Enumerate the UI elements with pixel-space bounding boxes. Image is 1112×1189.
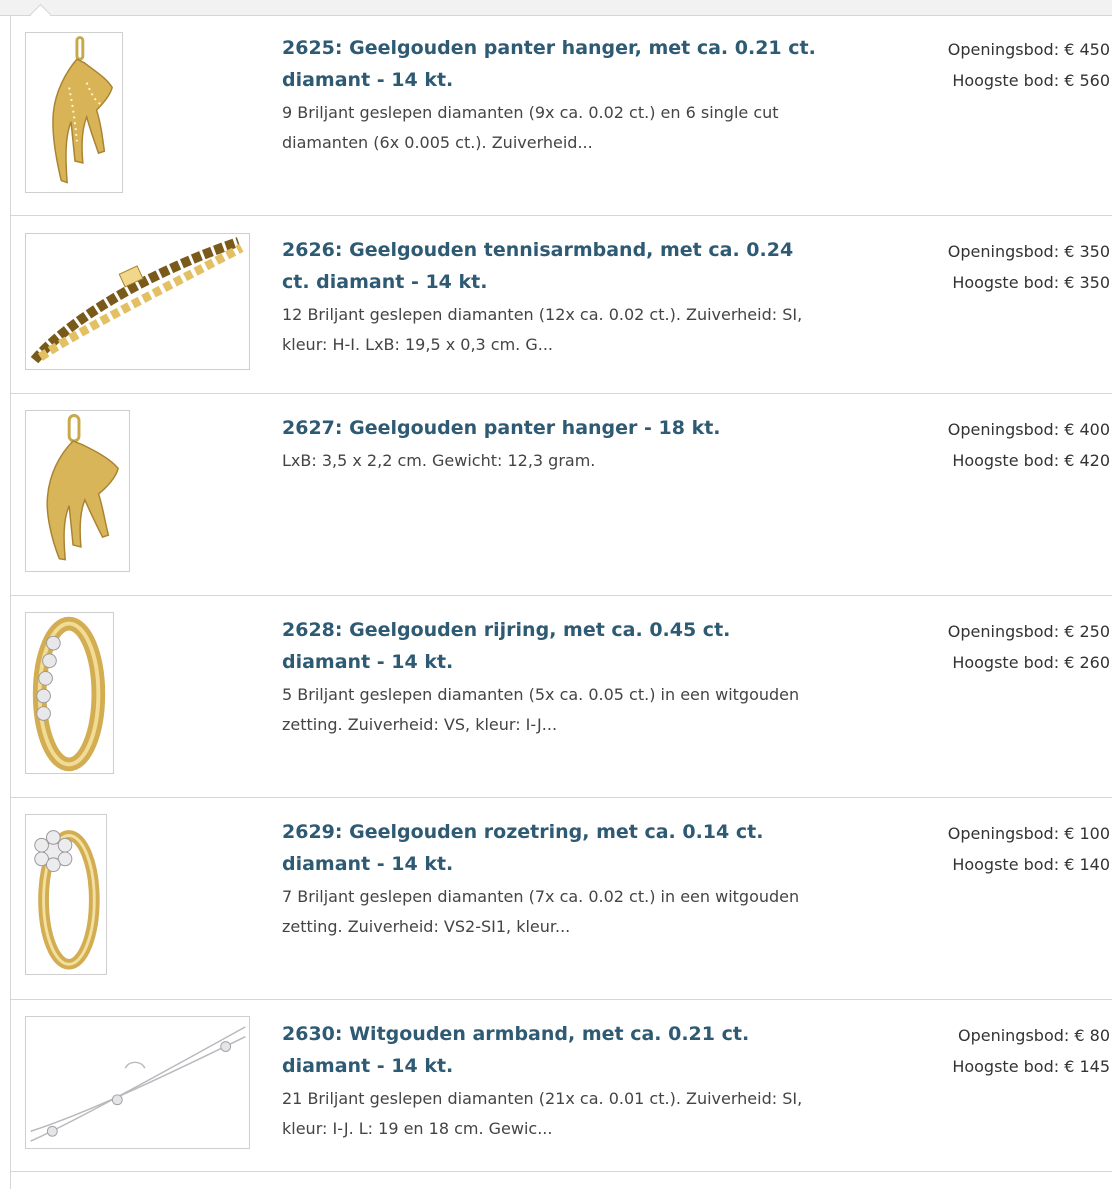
top-strip bbox=[0, 0, 1112, 26]
white-gold-bracelet-image bbox=[26, 1017, 249, 1148]
opening-bid: Openingsbod: € 250 bbox=[947, 622, 1110, 641]
panther-pendant-image bbox=[26, 33, 122, 192]
highest-bid: Hoogste bod: € 560 bbox=[952, 71, 1110, 90]
lot-description: 9 Briljant geslepen diamanten (9x ca. 0.… bbox=[282, 103, 779, 152]
lot-row: 2625: Geelgouden panter hanger, met ca. … bbox=[11, 16, 1112, 216]
rosette-ring-image bbox=[26, 815, 106, 974]
lot-row: 2630: Witgouden armband, met ca. 0.21 ct… bbox=[11, 1000, 1112, 1172]
lot-image[interactable] bbox=[25, 233, 250, 370]
lot-row: 2627: Geelgouden panter hanger - 18 kt. … bbox=[11, 394, 1112, 596]
opening-bid: Openingsbod: € 450 bbox=[947, 40, 1110, 59]
lot-image[interactable] bbox=[25, 612, 114, 774]
bid-info: Openingsbod: € 350 Hoogste bod: € 350 bbox=[860, 236, 1110, 298]
lot-title-link[interactable]: 2627: Geelgouden panter hanger - 18 kt. bbox=[282, 412, 822, 444]
highest-bid: Hoogste bod: € 260 bbox=[952, 653, 1110, 672]
lot-description: 5 Briljant geslepen diamanten (5x ca. 0.… bbox=[282, 685, 800, 734]
lot-description: 7 Briljant geslepen diamanten (7x ca. 0.… bbox=[282, 887, 800, 936]
highest-bid: Hoogste bod: € 420 bbox=[952, 451, 1110, 470]
lot-title-link[interactable]: 2626: Geelgouden tennisarmband, met ca. … bbox=[282, 234, 822, 298]
tennis-bracelet-image bbox=[26, 234, 249, 369]
highest-bid: Hoogste bod: € 140 bbox=[952, 855, 1110, 874]
highest-bid: Hoogste bod: € 145 bbox=[952, 1057, 1110, 1076]
lot-title-link[interactable]: 2629: Geelgouden rozetring, met ca. 0.14… bbox=[282, 816, 822, 880]
lot-title-link[interactable]: 2628: Geelgouden rijring, met ca. 0.45 c… bbox=[282, 614, 822, 678]
lot-image[interactable] bbox=[25, 1016, 250, 1149]
highest-bid: Hoogste bod: € 350 bbox=[952, 273, 1110, 292]
bid-info: Openingsbod: € 250 Hoogste bod: € 260 bbox=[860, 616, 1110, 678]
bid-info: Openingsbod: € 100 Hoogste bod: € 140 bbox=[860, 818, 1110, 880]
lot-title-link[interactable]: 2630: Witgouden armband, met ca. 0.21 ct… bbox=[282, 1018, 822, 1082]
bid-info: Openingsbod: € 400 Hoogste bod: € 420 bbox=[860, 414, 1110, 476]
lot-image[interactable] bbox=[25, 814, 107, 975]
bid-info: Openingsbod: € 450 Hoogste bod: € 560 bbox=[860, 34, 1110, 96]
lot-description: 12 Briljant geslepen diamanten (12x ca. … bbox=[282, 305, 803, 354]
lot-image[interactable] bbox=[25, 32, 123, 193]
eternity-ring-image bbox=[26, 613, 113, 773]
lot-title-link[interactable]: 2625: Geelgouden panter hanger, met ca. … bbox=[282, 32, 822, 96]
lot-image[interactable] bbox=[25, 410, 130, 572]
opening-bid: Openingsbod: € 350 bbox=[947, 242, 1110, 261]
lot-row: 2628: Geelgouden rijring, met ca. 0.45 c… bbox=[11, 596, 1112, 798]
bid-info: Openingsbod: € 80 Hoogste bod: € 145 bbox=[860, 1020, 1110, 1082]
opening-bid: Openingsbod: € 400 bbox=[947, 420, 1110, 439]
lot-row: 2629: Geelgouden rozetring, met ca. 0.14… bbox=[11, 798, 1112, 1000]
opening-bid: Openingsbod: € 80 bbox=[957, 1026, 1110, 1045]
lot-row: 2626: Geelgouden tennisarmband, met ca. … bbox=[11, 216, 1112, 394]
panther-pendant-image bbox=[26, 411, 129, 571]
lot-list: 2625: Geelgouden panter hanger, met ca. … bbox=[10, 16, 1112, 1189]
lot-description: 21 Briljant geslepen diamanten (21x ca. … bbox=[282, 1089, 803, 1138]
opening-bid: Openingsbod: € 100 bbox=[947, 824, 1110, 843]
lot-description: LxB: 3,5 x 2,2 cm. Gewicht: 12,3 gram. bbox=[282, 451, 596, 470]
